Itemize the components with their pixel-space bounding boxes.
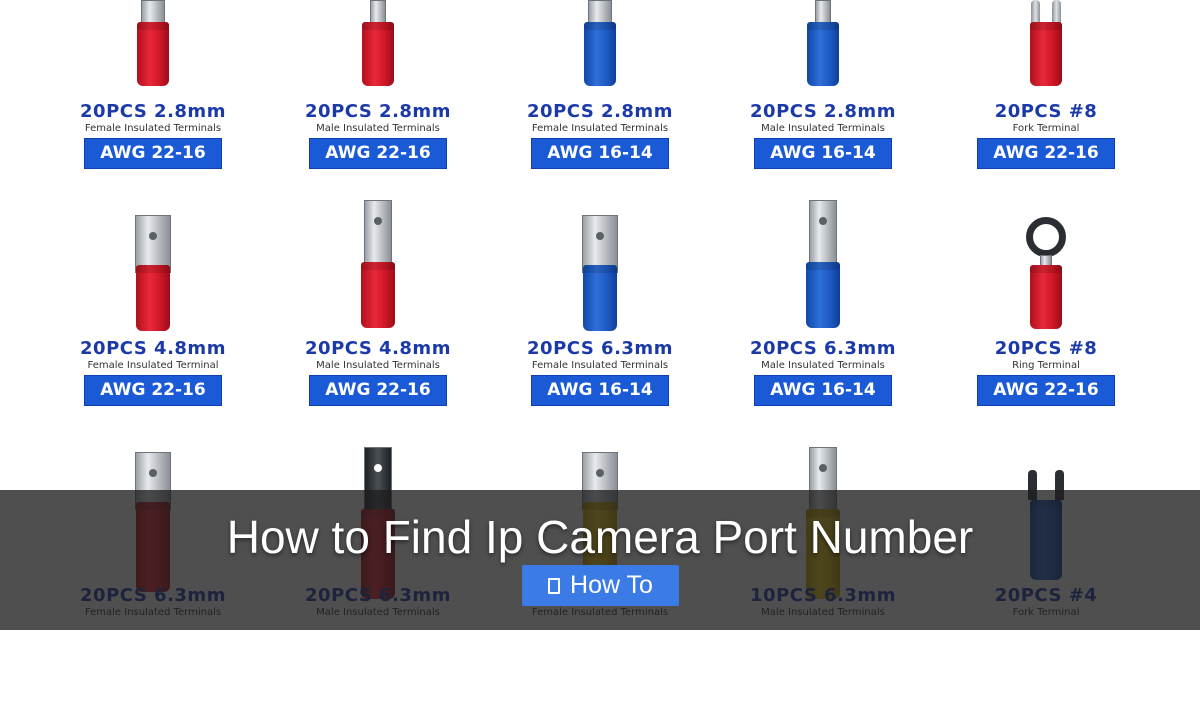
product-cell: 20PCS 4.8mm Female Insulated Terminal AWG … — [41, 237, 265, 473]
product-quantity-size: 20PCS 6.3mm — [527, 338, 673, 359]
product-quantity-size: 20PCS 4.8mm — [80, 338, 226, 359]
awg-badge: AWG 22-16 — [977, 375, 1115, 406]
product-cell: 20PCS 6.3mm Male Insulated Terminals AWG 1… — [711, 237, 935, 473]
product-description: Female Insulated Terminal — [87, 360, 219, 371]
product-cell: 20PCS #8 Ring Terminal AWG 22-16 — [934, 237, 1158, 473]
awg-badge: AWG 22-16 — [84, 375, 222, 406]
terminal-image — [1006, 0, 1086, 580]
product-quantity-size: 20PCS #8 — [994, 338, 1098, 359]
tab-hole — [819, 464, 827, 472]
product-description: Male Insulated Terminals — [316, 360, 440, 371]
terminal-image — [783, 0, 863, 599]
folder-icon — [548, 577, 561, 594]
product-description: Female Insulated Terminals — [531, 360, 669, 371]
awg-badge: AWG 22-16 — [309, 375, 447, 406]
terminal-image — [113, 0, 193, 592]
awg-badge: AWG 16-14 — [754, 375, 892, 406]
product-quantity-size: 20PCS 6.3mm — [750, 338, 896, 359]
product-cell: 20PCS 4.8mm Male Insulated Terminals AWG 2… — [266, 237, 490, 473]
terminal-image — [560, 0, 640, 592]
product-description: Ring Terminal — [1012, 360, 1080, 371]
product-description: Male Insulated Terminals — [761, 360, 885, 371]
category-label: How To — [570, 571, 653, 599]
article-title: How to Find Ip Camera Port Number — [226, 511, 974, 563]
category-badge[interactable]: How To — [522, 565, 679, 606]
tab-hole — [374, 464, 382, 472]
terminal-image — [338, 0, 418, 599]
tab-hole — [819, 217, 827, 225]
product-cell: 20PCS 6.3mm Female Insulated Terminals AWG… — [488, 237, 712, 473]
awg-badge: AWG 16-14 — [531, 375, 669, 406]
product-quantity-size: 20PCS 4.8mm — [305, 338, 451, 359]
tab-hole — [374, 217, 382, 225]
